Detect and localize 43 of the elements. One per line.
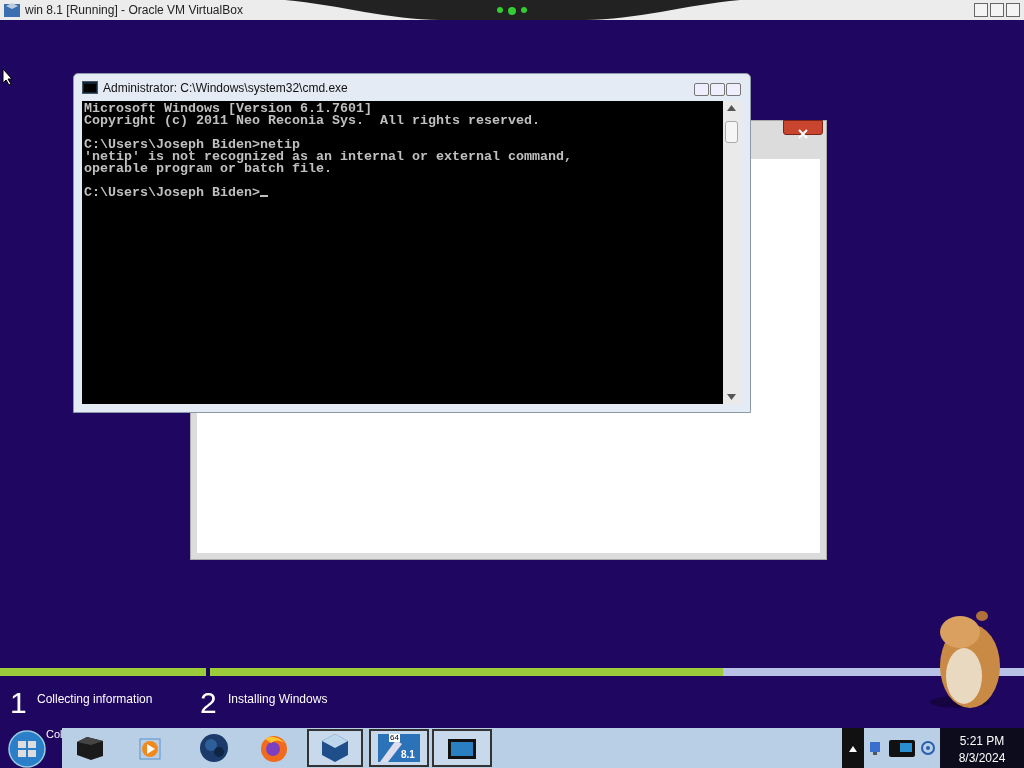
start-button[interactable] — [8, 730, 46, 768]
close-icon — [797, 128, 809, 139]
console-output: Microsoft Windows [Version 6.1.7601] Copyright (c) 2011 Neo Reconia Sys. All rights reserved. C:\Users\Joseph Biden>netip 'netip' is not recognized as an internal or external command, operable program or batch file. C:\Users\Joseph Biden> — [82, 101, 723, 404]
clock-time: 5:21 PM — [958, 733, 1006, 750]
network-icon[interactable] — [869, 740, 883, 756]
badge-text: 8.1 — [400, 749, 416, 760]
minimize-button[interactable] — [694, 83, 709, 96]
restore-button[interactable] — [990, 3, 1004, 17]
virtualbox-icon — [3, 1, 21, 19]
show-hidden-icons-button[interactable] — [842, 728, 864, 768]
box-icon — [75, 734, 105, 762]
text-cursor — [259, 195, 268, 197]
monitor-icon — [447, 737, 477, 760]
clock-date: 8/3/2024 — [957, 749, 1007, 767]
step-label: Collecting information — [37, 691, 153, 708]
minimize-button[interactable] — [974, 3, 988, 17]
window-title: win 8.1 [Running] - Oracle VM VirtualBox — [25, 2, 243, 19]
console-icon — [82, 81, 98, 94]
fox-icon — [259, 733, 289, 763]
play-icon — [139, 737, 161, 760]
step-number: 2 — [200, 688, 217, 718]
close-button[interactable] — [1006, 3, 1020, 17]
mouse-cursor-icon — [2, 68, 14, 86]
monitor-icon[interactable] — [887, 737, 917, 759]
scroll-up-icon[interactable] — [727, 105, 736, 111]
step-label: Installing Windows — [228, 691, 328, 708]
maximize-button[interactable] — [710, 83, 725, 96]
badge-text: 64 — [389, 734, 400, 742]
scroll-down-icon[interactable] — [727, 394, 736, 400]
speaker-icon[interactable] — [921, 740, 935, 756]
taskbar-button[interactable] — [432, 729, 492, 767]
close-button[interactable] — [726, 83, 741, 96]
step-number: 1 — [10, 688, 27, 718]
window-title: Administrator: C:\Windows\system32\cmd.exe — [103, 79, 348, 97]
status-text: Col — [46, 728, 63, 741]
cube-icon — [320, 732, 350, 764]
clock[interactable]: 5:21 PM 8/3/2024 — [940, 728, 1024, 768]
taskbar-button[interactable]: 64 8.1 — [369, 729, 429, 767]
globe-icon — [199, 733, 229, 763]
scrollbar[interactable] — [723, 101, 741, 404]
scroll-thumb[interactable] — [725, 121, 738, 143]
taskbar-button[interactable] — [307, 729, 363, 767]
caret-icon — [849, 745, 857, 752]
